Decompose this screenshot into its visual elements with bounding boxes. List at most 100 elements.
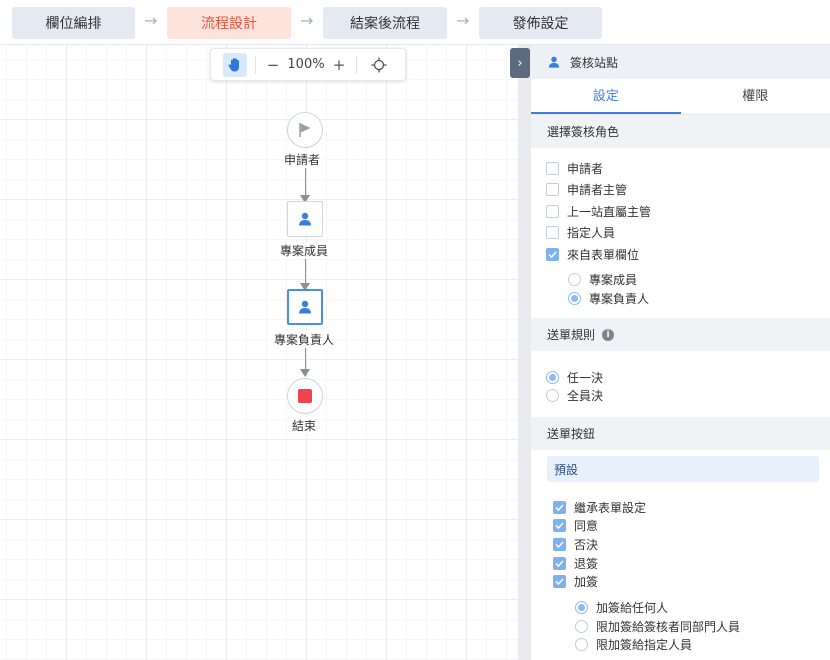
end-node[interactable] <box>287 378 323 414</box>
checkbox-checked[interactable] <box>553 557 566 570</box>
checkbox-checked[interactable] <box>553 538 566 551</box>
toolbar-divider <box>356 55 357 74</box>
checkbox[interactable] <box>546 183 559 196</box>
role-option-form-field[interactable]: 來自表單欄位 <box>546 246 639 263</box>
panel-resizer[interactable] <box>518 45 531 660</box>
countersign-option-designated[interactable]: 限加簽給指定人員 <box>575 636 692 653</box>
countersign-option-anyone[interactable]: 加簽給任何人 <box>575 599 668 616</box>
option-label: 專案負責人 <box>589 292 650 306</box>
option-label: 申請者主管 <box>567 183 628 197</box>
option-label: 上一站直屬主管 <box>567 205 652 219</box>
step-field-layout[interactable]: 欄位編排 <box>12 7 135 39</box>
panel-title: 簽核站點 <box>570 55 619 70</box>
option-label: 任一決 <box>567 371 604 385</box>
checkbox-checked[interactable] <box>553 501 566 514</box>
check-icon <box>555 522 564 529</box>
option-label: 指定人員 <box>567 226 616 240</box>
option-label: 來自表單欄位 <box>567 248 640 262</box>
role-option-applicant[interactable]: 申請者 <box>546 160 603 177</box>
tab-permissions[interactable]: 權限 <box>681 79 830 114</box>
crosshair-icon <box>371 57 387 72</box>
section-submit-rule: 送單規則 i <box>531 318 830 351</box>
option-label: 同意 <box>574 519 599 533</box>
countersign-option-same-dept[interactable]: 限加簽給簽核者同部門人員 <box>575 618 740 635</box>
button-option-return[interactable]: 退簽 <box>553 555 598 572</box>
field-option-owner[interactable]: 專案負責人 <box>568 290 649 307</box>
step-label: 欄位編排 <box>45 16 102 32</box>
flow-connector <box>305 167 306 197</box>
stop-icon <box>298 389 312 403</box>
preset-header[interactable]: 預設 <box>547 456 819 482</box>
chevron-right-icon: › <box>517 55 523 71</box>
user-icon <box>299 300 311 314</box>
checkbox[interactable] <box>546 226 559 239</box>
checkbox-checked[interactable] <box>553 575 566 588</box>
step-arrow-icon: → <box>144 11 158 30</box>
flow-arrow-icon <box>300 369 310 377</box>
radio[interactable] <box>575 620 588 633</box>
button-option-countersign[interactable]: 加簽 <box>553 573 598 590</box>
start-node[interactable] <box>287 112 323 148</box>
checkbox-checked[interactable] <box>546 248 559 261</box>
role-option-designated[interactable]: 指定人員 <box>546 224 615 241</box>
step-publish-settings[interactable]: 發佈設定 <box>479 7 602 39</box>
check-icon <box>555 541 564 548</box>
radio-checked[interactable] <box>568 292 581 305</box>
button-option-reject[interactable]: 否決 <box>553 536 598 553</box>
approval-node-owner[interactable] <box>287 289 323 325</box>
hand-tool-button[interactable] <box>223 52 247 77</box>
step-arrow-icon: → <box>300 11 314 30</box>
step-label: 結案後流程 <box>350 16 420 32</box>
section-role: 選擇簽核角色 <box>531 115 830 148</box>
radio-checked[interactable] <box>575 601 588 614</box>
option-label: 繼承表單設定 <box>574 501 647 515</box>
radio-checked[interactable] <box>546 371 559 384</box>
option-label: 申請者 <box>567 162 604 176</box>
button-option-inherit[interactable]: 繼承表單設定 <box>553 499 646 516</box>
toolbar-divider <box>255 55 256 74</box>
radio[interactable] <box>546 389 559 402</box>
info-icon[interactable]: i <box>602 328 615 341</box>
option-label: 加簽 <box>574 575 599 589</box>
field-option-member[interactable]: 專案成員 <box>568 271 637 288</box>
checkbox[interactable] <box>546 205 559 218</box>
check-icon <box>555 504 564 511</box>
panel-header: 簽核站點 <box>531 45 830 79</box>
center-view-button[interactable] <box>367 53 391 77</box>
radio[interactable] <box>575 638 588 651</box>
checkbox-checked[interactable] <box>553 519 566 532</box>
option-label: 退簽 <box>574 557 599 571</box>
section-title: 送單規則 <box>547 328 596 342</box>
flow-canvas[interactable]: − 100% + 申請者 專案成員 專案負責人 結束 <box>0 45 518 660</box>
hand-icon <box>228 58 239 72</box>
radio[interactable] <box>568 273 581 286</box>
approval-node-member[interactable] <box>287 201 323 237</box>
role-option-prev-manager[interactable]: 上一站直屬主管 <box>546 203 651 220</box>
start-node-label: 申請者 <box>282 151 323 168</box>
option-label: 專案成員 <box>589 273 638 287</box>
check-icon <box>555 560 564 567</box>
checkbox[interactable] <box>546 162 559 175</box>
zoom-in-button[interactable]: + <box>330 56 348 74</box>
step-bar: 欄位編排 → 流程設計 → 結案後流程 → 發佈設定 <box>0 0 830 45</box>
option-label: 否決 <box>574 538 599 552</box>
flow-connector <box>305 255 306 285</box>
check-icon <box>548 251 557 258</box>
collapse-panel-button[interactable]: › <box>510 48 530 78</box>
user-icon <box>548 56 560 68</box>
button-option-approve[interactable]: 同意 <box>553 517 598 534</box>
step-post-close-flow[interactable]: 結案後流程 <box>323 7 447 39</box>
rule-option-all[interactable]: 全員決 <box>546 387 603 404</box>
role-option-applicant-manager[interactable]: 申請者主管 <box>546 181 627 198</box>
zoom-out-button[interactable]: − <box>264 56 282 74</box>
flag-icon <box>299 123 311 137</box>
rule-option-any[interactable]: 任一決 <box>546 369 603 386</box>
tab-settings[interactable]: 設定 <box>531 79 681 114</box>
step-label: 流程設計 <box>201 16 257 32</box>
option-label: 加簽給任何人 <box>596 601 669 615</box>
step-flow-design[interactable]: 流程設計 <box>167 7 291 39</box>
panel-tabs: 設定 權限 <box>531 79 830 115</box>
check-icon <box>555 578 564 585</box>
flow-connector <box>305 345 306 371</box>
canvas-toolbar: − 100% + <box>210 48 406 81</box>
